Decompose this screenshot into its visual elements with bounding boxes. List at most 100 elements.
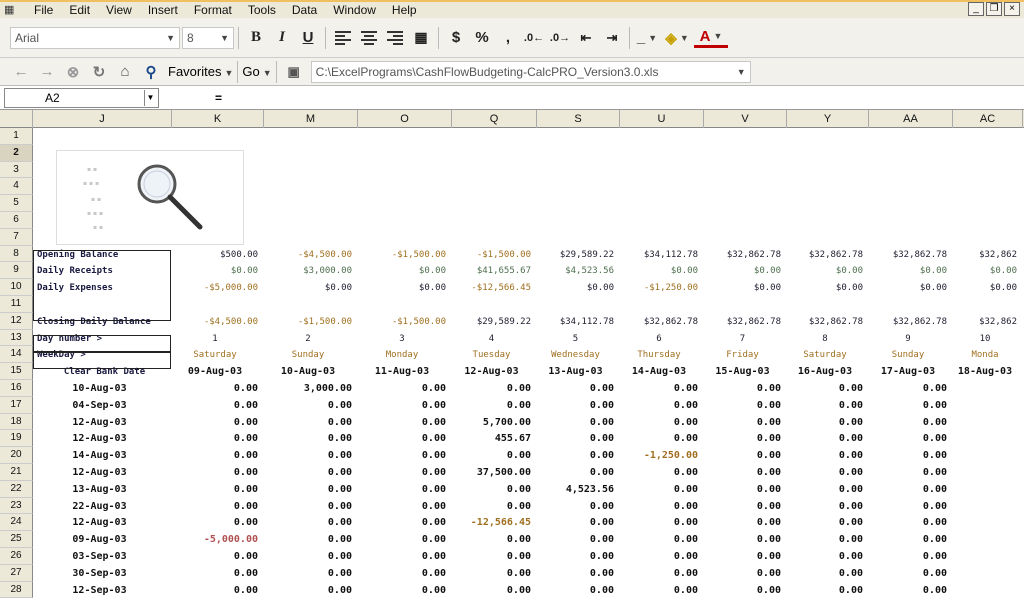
daily-receipts-cell[interactable]: $0.00 — [620, 264, 704, 279]
clear-bank-date-cell[interactable]: 12-Aug-03 — [33, 432, 172, 447]
align-right-button[interactable] — [382, 26, 408, 50]
opening-balance-cell[interactable]: $500.00 — [172, 248, 264, 263]
row-header[interactable]: 7 — [0, 228, 33, 246]
menu-window[interactable]: Window — [325, 3, 384, 17]
formula-equals[interactable]: = — [215, 91, 222, 105]
closing-balance-cell[interactable]: $32,862.78 — [869, 315, 953, 330]
clear-bank-date-cell[interactable]: 30-Sep-03 — [33, 567, 172, 582]
daily-receipts-cell[interactable]: $0.00 — [787, 264, 869, 279]
row-header[interactable]: 3 — [0, 161, 33, 179]
amount-cell[interactable]: 0.00 — [704, 466, 787, 481]
row-header[interactable]: 20 — [0, 447, 33, 464]
amount-cell[interactable]: 455.67 — [452, 432, 537, 447]
show-web-toolbar-button[interactable]: ▣ — [281, 60, 307, 84]
opening-balance-cell[interactable]: -$4,500.00 — [264, 248, 358, 263]
amount-cell[interactable]: 0.00 — [620, 500, 704, 515]
amount-cell[interactable]: 0.00 — [537, 550, 620, 565]
clear-bank-date-cell[interactable]: 09-Aug-03 — [33, 533, 172, 548]
amount-cell[interactable]: 0.00 — [787, 432, 869, 447]
amount-cell[interactable]: 0.00 — [452, 584, 537, 599]
amount-cell[interactable]: 0.00 — [264, 399, 358, 414]
amount-cell[interactable]: 0.00 — [787, 567, 869, 582]
daily-receipts-cell[interactable]: $3,000.00 — [264, 264, 358, 279]
menu-file[interactable]: File — [26, 3, 61, 17]
amount-cell[interactable]: 0.00 — [172, 584, 264, 599]
amount-cell[interactable]: 0.00 — [358, 399, 452, 414]
row-header[interactable]: 16 — [0, 380, 33, 397]
weekday-cell[interactable]: Monda — [953, 348, 1023, 363]
address-field[interactable]: C:\ExcelPrograms\CashFlowBudgeting-CalcP… — [310, 60, 751, 83]
amount-cell[interactable]: 0.00 — [704, 550, 787, 565]
row-header[interactable]: 2 — [0, 144, 33, 162]
column-header[interactable]: S — [537, 110, 620, 128]
daily-expenses-cell[interactable]: $0.00 — [537, 281, 620, 296]
back-button[interactable]: ← — [8, 60, 34, 84]
amount-cell[interactable]: 0.00 — [869, 584, 953, 599]
weekday-cell[interactable]: Saturday — [172, 348, 264, 363]
closing-balance-cell[interactable]: $34,112.78 — [537, 315, 620, 330]
percent-button[interactable]: % — [469, 26, 495, 50]
amount-cell[interactable]: 0.00 — [172, 449, 264, 464]
daily-expenses-cell[interactable]: $0.00 — [358, 281, 452, 296]
currency-button[interactable]: $ — [443, 26, 469, 50]
daily-receipts-cell[interactable]: $0.00 — [704, 264, 787, 279]
amount-cell[interactable]: 0.00 — [358, 516, 452, 531]
italic-button[interactable]: I — [269, 26, 295, 50]
weekday-cell[interactable]: Thursday — [620, 348, 704, 363]
menu-data[interactable]: Data — [284, 3, 325, 17]
daily-receipts-cell[interactable]: $0.00 — [953, 264, 1023, 279]
amount-cell[interactable]: 0.00 — [537, 399, 620, 414]
daily-receipts-cell[interactable]: $0.00 — [358, 264, 452, 279]
row-header[interactable]: 27 — [0, 564, 33, 582]
select-all-corner[interactable] — [0, 110, 33, 128]
amount-cell[interactable]: 0.00 — [869, 449, 953, 464]
opening-balance-cell[interactable]: $32,862.78 — [704, 248, 787, 263]
column-header[interactable]: J — [33, 110, 172, 128]
forward-button[interactable]: → — [34, 60, 60, 84]
amount-cell[interactable]: 0.00 — [787, 533, 869, 548]
daily-expenses-cell[interactable]: -$12,566.45 — [452, 281, 537, 296]
amount-cell[interactable]: 0.00 — [869, 567, 953, 582]
amount-cell[interactable]: 0.00 — [172, 399, 264, 414]
amount-cell[interactable]: 0.00 — [172, 432, 264, 447]
row-header[interactable]: 24 — [0, 514, 33, 532]
underline-button[interactable]: U — [295, 26, 321, 50]
font-size-select[interactable]: 8 ▼ — [182, 26, 234, 49]
daily-expenses-cell[interactable]: $0.00 — [704, 281, 787, 296]
menu-insert[interactable]: Insert — [140, 3, 186, 17]
amount-cell[interactable]: 0.00 — [264, 416, 358, 431]
amount-cell[interactable]: 0.00 — [172, 516, 264, 531]
fill-color-button[interactable]: ◈ ▼ — [660, 26, 694, 50]
amount-cell[interactable]: 0.00 — [620, 399, 704, 414]
amount-cell[interactable]: 0.00 — [620, 567, 704, 582]
amount-cell[interactable]: 0.00 — [264, 533, 358, 548]
amount-cell[interactable]: 0.00 — [869, 432, 953, 447]
row-header[interactable]: 17 — [0, 396, 33, 414]
row-header[interactable]: 10 — [0, 279, 33, 296]
date-header-cell[interactable]: 14-Aug-03 — [620, 365, 704, 380]
increase-decimal-button[interactable]: .0← — [521, 26, 547, 50]
daily-expenses-cell[interactable]: $0.00 — [787, 281, 869, 296]
amount-cell[interactable]: 0.00 — [787, 416, 869, 431]
clear-bank-date-cell[interactable]: 10-Aug-03 — [33, 382, 172, 397]
row-header[interactable]: 18 — [0, 413, 33, 431]
clear-bank-date-cell[interactable]: 22-Aug-03 — [33, 500, 172, 515]
stop-button[interactable]: ⊗ — [60, 60, 86, 84]
amount-cell[interactable]: 0.00 — [620, 416, 704, 431]
amount-cell[interactable]: 0.00 — [358, 500, 452, 515]
amount-cell[interactable]: 0.00 — [869, 533, 953, 548]
amount-cell[interactable]: 0.00 — [869, 416, 953, 431]
amount-cell[interactable]: 0.00 — [869, 382, 953, 397]
amount-cell[interactable]: 0.00 — [358, 432, 452, 447]
amount-cell[interactable]: 37,500.00 — [452, 466, 537, 481]
day-number-cell[interactable]: 7 — [704, 332, 787, 347]
clear-bank-date-cell[interactable]: 12-Aug-03 — [33, 416, 172, 431]
borders-button[interactable]: _ ▼ — [634, 26, 660, 50]
daily-expenses-cell[interactable]: -$1,250.00 — [620, 281, 704, 296]
amount-cell[interactable]: 0.00 — [869, 466, 953, 481]
opening-balance-cell[interactable]: $32,862 — [953, 248, 1023, 263]
date-header-cell[interactable]: 09-Aug-03 — [172, 365, 264, 380]
amount-cell[interactable]: 0.00 — [787, 584, 869, 599]
amount-cell[interactable]: 0.00 — [358, 449, 452, 464]
amount-cell[interactable]: 0.00 — [537, 584, 620, 599]
